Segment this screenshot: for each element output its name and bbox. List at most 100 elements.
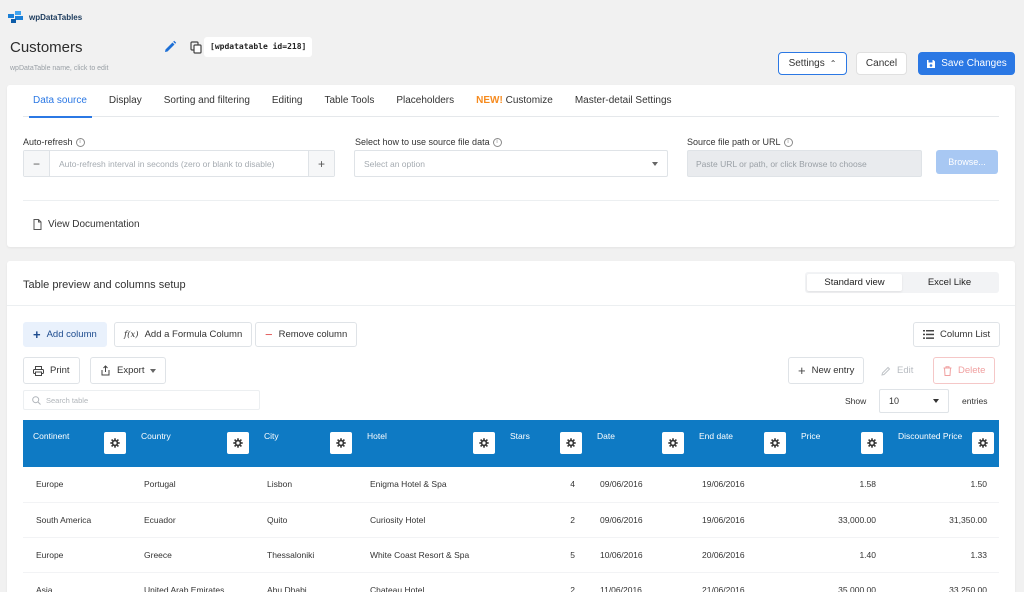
autorefresh-label: Auto-refresh i: [23, 137, 85, 147]
minus-icon: −: [265, 327, 273, 342]
table-search-input[interactable]: Search table: [23, 390, 260, 410]
column-header[interactable]: Hotel: [357, 420, 500, 467]
app-logo: wpDataTables: [8, 11, 82, 24]
column-header-label: Hotel: [367, 431, 387, 441]
divider: [23, 200, 999, 201]
table-header-row: Continent Country City Hotel Stars Date End da…: [23, 420, 999, 467]
column-header[interactable]: Date: [587, 420, 689, 467]
table-title[interactable]: Customers: [10, 39, 83, 56]
edit-button[interactable]: Edit: [871, 357, 924, 384]
add-column-button[interactable]: + Add column: [23, 322, 107, 347]
autorefresh-input[interactable]: [50, 151, 308, 176]
table-cell: South America: [23, 502, 131, 538]
column-header[interactable]: City: [254, 420, 357, 467]
column-settings-gear-icon[interactable]: [473, 432, 495, 454]
table-cell: Enigma Hotel & Spa: [357, 467, 500, 503]
source-type-select[interactable]: Select an option: [354, 150, 668, 177]
tab-customize[interactable]: NEW! Customize: [465, 85, 564, 117]
view-documentation-link[interactable]: View Documentation: [33, 219, 140, 230]
chevron-down-icon: [150, 368, 157, 373]
column-header[interactable]: Continent: [23, 420, 131, 467]
column-settings-gear-icon[interactable]: [104, 432, 126, 454]
table-row[interactable]: Europe Portugal Lisbon Enigma Hotel & Spa 4 0…: [23, 467, 999, 503]
column-settings-gear-icon[interactable]: [560, 432, 582, 454]
tab-label: Customize: [505, 95, 553, 106]
view-toggle: Standard view Excel Like: [805, 272, 999, 293]
decrement-button[interactable]: −: [24, 151, 50, 176]
trash-icon: [943, 365, 952, 376]
table-cell: 33,250.00: [888, 572, 999, 592]
tab-label: Display: [108, 95, 142, 106]
table-cell: 10/06/2016: [587, 537, 689, 573]
table-row[interactable]: Asia United Arab Emirates Abu Dhabi Chateau…: [23, 572, 999, 592]
tab-data-source[interactable]: Data source: [23, 85, 98, 118]
column-settings-gear-icon[interactable]: [764, 432, 786, 454]
source-path-label-text: Source file path or URL: [687, 137, 781, 147]
tab-master-detail[interactable]: Master-detail Settings: [564, 85, 683, 117]
column-header-label: City: [264, 431, 279, 441]
table-cell: Abu Dhabi: [254, 572, 357, 592]
table-cell: Quito: [254, 502, 357, 538]
copy-shortcode-icon[interactable]: [190, 41, 202, 54]
tab-placeholders[interactable]: Placeholders: [385, 85, 465, 117]
page-size-select[interactable]: 10: [879, 389, 949, 413]
tab-label: Sorting and filtering: [163, 95, 250, 106]
edit-pencil-icon[interactable]: [163, 40, 177, 54]
info-icon[interactable]: i: [783, 137, 793, 147]
export-button[interactable]: Export: [90, 357, 167, 384]
save-changes-label: Save Changes: [941, 58, 1007, 69]
pencil-icon: [881, 366, 891, 376]
tab-display[interactable]: Display: [98, 85, 153, 117]
print-button[interactable]: Print: [23, 357, 80, 384]
list-icon: [923, 330, 934, 339]
table-shortcode[interactable]: [wpdatatable id=218]: [204, 37, 313, 57]
tab-table-tools[interactable]: Table Tools: [313, 85, 385, 117]
plus-icon: +: [33, 327, 41, 342]
new-entry-button[interactable]: + New entry: [788, 357, 865, 384]
show-label: Show: [845, 396, 867, 406]
tab-editing[interactable]: Editing: [261, 85, 314, 117]
chevron-up-icon: ⌃: [829, 59, 837, 68]
table-cell: 4: [500, 467, 587, 503]
column-settings-gear-icon[interactable]: [972, 432, 994, 454]
save-changes-button[interactable]: Save Changes: [918, 52, 1015, 75]
cancel-button[interactable]: Cancel: [856, 52, 907, 75]
tab-label: Placeholders: [396, 95, 455, 106]
add-formula-column-button[interactable]: f(x) Add a Formula Column: [114, 322, 253, 347]
standard-view-button[interactable]: Standard view: [807, 274, 902, 291]
table-cell: Portugal: [131, 467, 254, 503]
table-cell: 11/06/2016: [587, 572, 689, 592]
delete-label: Delete: [958, 365, 986, 376]
delete-button[interactable]: Delete: [933, 357, 996, 384]
increment-button[interactable]: +: [308, 151, 334, 176]
browse-button[interactable]: Browse...: [936, 150, 998, 174]
tab-label: Editing: [271, 95, 303, 106]
column-header[interactable]: Price: [791, 420, 888, 467]
info-icon[interactable]: i: [492, 137, 502, 147]
table-row[interactable]: South America Ecuador Quito Curiosity Hotel…: [23, 502, 999, 538]
table-body: Europe Portugal Lisbon Enigma Hotel & Spa 4 0…: [23, 467, 999, 592]
source-path-input[interactable]: Paste URL or path, or click Browse to ch…: [687, 150, 922, 177]
column-settings-gear-icon[interactable]: [330, 432, 352, 454]
settings-button[interactable]: Settings ⌃: [778, 52, 847, 75]
column-header[interactable]: Country: [131, 420, 254, 467]
tab-sorting-filtering[interactable]: Sorting and filtering: [153, 85, 261, 117]
column-settings-gear-icon[interactable]: [861, 432, 883, 454]
column-list-button[interactable]: Column List: [913, 322, 1001, 347]
remove-column-button[interactable]: − Remove column: [255, 322, 358, 347]
column-header[interactable]: Discounted Price: [888, 420, 999, 467]
logo-text: wpDataTables: [29, 13, 83, 22]
table-cell: 1.33: [888, 537, 999, 573]
column-settings-gear-icon[interactable]: [662, 432, 684, 454]
column-header[interactable]: Stars: [500, 420, 587, 467]
add-formula-label: Add a Formula Column: [144, 329, 243, 340]
table-cell: 19/06/2016: [689, 502, 791, 538]
data-source-panel: Data source Display Sorting and filterin…: [7, 85, 1015, 247]
column-header[interactable]: End date: [689, 420, 791, 467]
table-cell: 1.50: [888, 467, 999, 503]
autorefresh-stepper: − +: [23, 150, 335, 177]
info-icon[interactable]: i: [75, 137, 85, 147]
table-row[interactable]: Europe Greece Thessaloniki White Coast Reso…: [23, 537, 999, 573]
excel-like-button[interactable]: Excel Like: [902, 274, 997, 291]
column-settings-gear-icon[interactable]: [227, 432, 249, 454]
